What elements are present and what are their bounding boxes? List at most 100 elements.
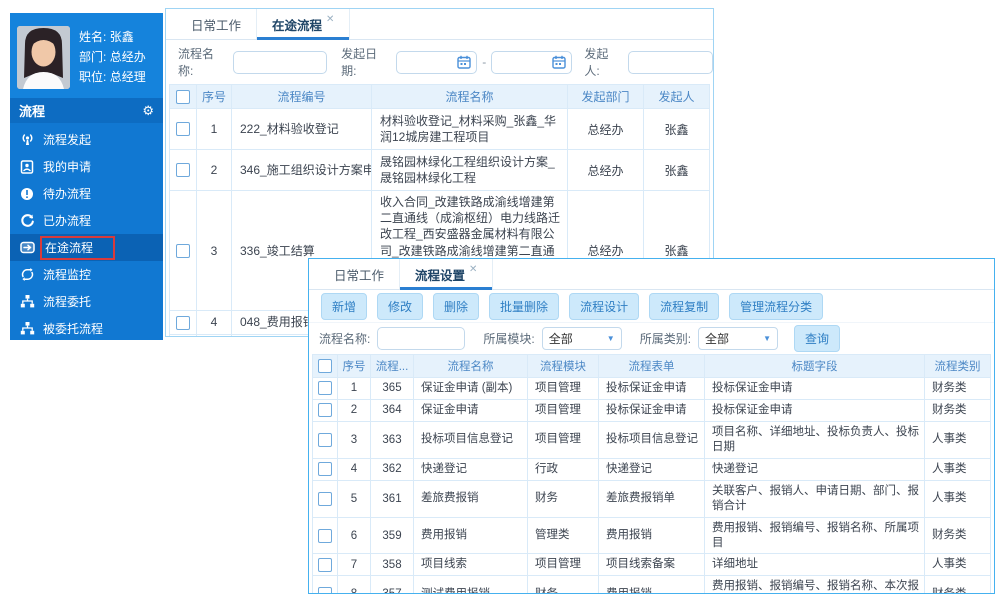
row-checkbox[interactable] — [176, 244, 190, 258]
table-row: 5361差旅费报销财务差旅费报销单关联客户、报销人、申请日期、部门、报销合计人事… — [313, 480, 991, 517]
sidebar-item-done-processes[interactable]: 已办流程 — [10, 207, 163, 234]
cell: 362 — [371, 458, 414, 480]
cell: 5 — [338, 480, 371, 517]
cell: 365 — [371, 378, 414, 400]
cell: 投标保证金申请 — [599, 399, 705, 421]
cell: 投标保证金申请 — [599, 378, 705, 400]
cell: 1 — [338, 378, 371, 400]
row-checkbox[interactable] — [318, 381, 332, 395]
module-select[interactable]: 全部▼ — [542, 327, 622, 350]
header-row: 序号流程编号流程名称发起部门发起人 — [170, 85, 710, 109]
select-all-checkbox[interactable] — [318, 359, 332, 373]
batch-delete-button[interactable]: 批量删除 — [489, 293, 559, 320]
transit-icon — [19, 240, 35, 256]
table-row: 1222_材料验收登记材料验收登记_材料采购_张鑫_华润12城房建工程项目总经办… — [170, 109, 710, 150]
table-row: 1365保证金申请 (副本)项目管理投标保证金申请投标保证金申请财务类 — [313, 378, 991, 400]
row-checkbox[interactable] — [318, 433, 332, 447]
edit-button[interactable]: 修改 — [377, 293, 423, 320]
cell: 人事类 — [925, 458, 991, 480]
sidebar-menu: 流程发起我的申请待办流程已办流程在途流程流程监控流程委托被委托流程 — [10, 123, 163, 342]
cell: 总经办 — [568, 150, 644, 191]
add-button[interactable]: 新增 — [321, 293, 367, 320]
gear-icon[interactable]: ⚙ — [142, 103, 154, 119]
cell: 财务类 — [925, 517, 991, 554]
cell: 快递登记 — [414, 458, 528, 480]
process-name-label: 流程名称: — [319, 330, 370, 347]
process-copy-button[interactable]: 流程复制 — [649, 293, 719, 320]
table-row: 2346_施工组织设计方案申请晟铭园林绿化工程组织设计方案_晟铭园林绿化工程总经… — [170, 150, 710, 191]
calendar-icon — [552, 55, 566, 69]
sync-icon — [19, 267, 35, 283]
cell: 2 — [197, 150, 232, 191]
process-name-input[interactable] — [377, 327, 465, 350]
cell: 差旅费报销单 — [599, 480, 705, 517]
cell: 7 — [338, 554, 371, 576]
cell: 5 — [197, 334, 232, 337]
row-checkbox[interactable] — [318, 558, 332, 572]
cell: 财务类 — [925, 399, 991, 421]
sidebar-item-process-monitor[interactable]: 流程监控 — [10, 261, 163, 288]
cell: 张鑫 — [644, 109, 710, 150]
column-header: 流程模块 — [528, 355, 599, 378]
column-header: 序号 — [197, 85, 232, 109]
select-all-checkbox[interactable] — [176, 90, 190, 104]
row-checkbox[interactable] — [176, 122, 190, 136]
avatar — [17, 26, 70, 89]
sidebar-item-process-delegate[interactable]: 流程委托 — [10, 288, 163, 315]
delete-button[interactable]: 删除 — [433, 293, 479, 320]
column-header: 流程... — [371, 355, 414, 378]
initiator-label: 发起人: — [584, 45, 621, 79]
initiator-input[interactable] — [628, 51, 713, 74]
tab-daily-work[interactable]: 日常工作 — [176, 9, 256, 39]
sidebar-item-process-initiate[interactable]: 流程发起 — [10, 126, 163, 153]
cell: 投标保证金申请 — [705, 399, 925, 421]
cell: 人事类 — [925, 480, 991, 517]
tab-close-icon[interactable]: ✕ — [326, 14, 334, 25]
row-checkbox[interactable] — [318, 587, 332, 594]
row-checkbox[interactable] — [318, 462, 332, 476]
tab-close-icon[interactable]: ✕ — [469, 264, 477, 275]
chevron-down-icon: ▼ — [763, 334, 771, 343]
module-label: 所属模块: — [483, 330, 534, 347]
row-checkbox[interactable] — [318, 492, 332, 506]
row-checkbox[interactable] — [176, 316, 190, 330]
redo-c-icon — [19, 213, 35, 229]
cell: 8 — [338, 576, 371, 594]
cell: 6 — [338, 517, 371, 554]
alert-circle-icon — [19, 186, 35, 202]
profile-title-line: 职位: 总经理 — [79, 67, 146, 87]
cell: 3 — [338, 421, 371, 458]
sidebar-item-delegated-processes[interactable]: 被委托流程 — [10, 315, 163, 342]
process-design-button[interactable]: 流程设计 — [569, 293, 639, 320]
row-checkbox[interactable] — [318, 403, 332, 417]
row-checkbox[interactable] — [318, 529, 332, 543]
column-header: 序号 — [338, 355, 371, 378]
date-from-input[interactable] — [396, 51, 477, 74]
manage-category-button[interactable]: 管理流程分类 — [729, 293, 823, 320]
date-to-input[interactable] — [491, 51, 572, 74]
tab-daily-work[interactable]: 日常工作 — [319, 259, 399, 289]
cell: 投标项目信息登记 — [599, 421, 705, 458]
window2-tabbar: 日常工作 流程设置✕ — [309, 259, 994, 290]
cell: 项目管理 — [528, 378, 599, 400]
column-header: 流程名称 — [372, 85, 568, 109]
cell: 财务 — [528, 480, 599, 517]
tab-in-transit[interactable]: 在途流程✕ — [256, 9, 350, 39]
process-name-input[interactable] — [233, 51, 327, 74]
search-button[interactable]: 查询 — [794, 325, 840, 352]
column-header: 流程编号 — [232, 85, 372, 109]
category-select[interactable]: 全部▼ — [698, 327, 778, 350]
tab-process-settings[interactable]: 流程设置✕ — [399, 259, 493, 289]
sidebar-item-in-transit-processes[interactable]: 在途流程 — [10, 234, 163, 261]
sidebar-item-my-applications[interactable]: 我的申请 — [10, 153, 163, 180]
column-header: 发起人 — [644, 85, 710, 109]
row-checkbox[interactable] — [176, 163, 190, 177]
sidebar-item-label: 被委托流程 — [43, 320, 103, 337]
window2-toolbar: 新增修改删除批量删除流程设计流程复制管理流程分类 — [309, 290, 994, 323]
process-settings-window: 日常工作 流程设置✕ 新增修改删除批量删除流程设计流程复制管理流程分类 流程名称… — [308, 258, 995, 594]
cell: 项目线索备案 — [599, 554, 705, 576]
sidebar-item-pending-processes[interactable]: 待办流程 — [10, 180, 163, 207]
header-row: 序号流程...流程名称流程模块流程表单标题字段流程类别 — [313, 355, 991, 378]
cell: 费用报销、报销编号、报销名称、所属项目 — [705, 517, 925, 554]
process-settings-table: 序号流程...流程名称流程模块流程表单标题字段流程类别 1365保证金申请 (副… — [312, 354, 991, 594]
